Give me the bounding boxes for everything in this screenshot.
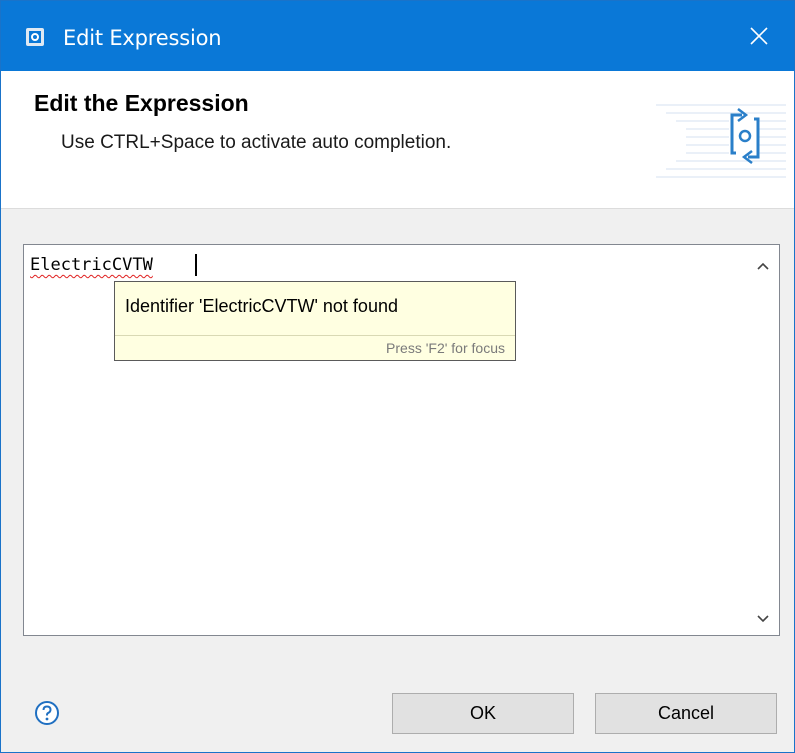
scroll-up-button[interactable] — [755, 258, 771, 274]
banner-description: Use CTRL+Space to activate auto completi… — [61, 132, 452, 153]
ok-button[interactable]: OK — [392, 693, 574, 734]
tooltip-hint: Press 'F2' for focus — [386, 340, 505, 356]
chevron-up-icon — [757, 262, 769, 270]
banner-title: Edit the Expression — [34, 90, 249, 116]
cancel-button[interactable]: Cancel — [595, 693, 777, 734]
app-logo-icon — [26, 28, 44, 46]
close-icon — [750, 27, 768, 45]
tooltip-divider — [115, 335, 515, 336]
chevron-down-icon — [757, 615, 769, 623]
edit-expression-dialog: Edit Expression Edit the Expression Use … — [0, 0, 795, 753]
header-banner: Edit the Expression Use CTRL+Space to ac… — [1, 71, 794, 209]
close-button[interactable] — [724, 1, 794, 71]
window-title: Edit Expression — [63, 26, 222, 50]
scroll-down-button[interactable] — [755, 611, 771, 627]
tooltip-message: Identifier 'ElectricCVTW' not found — [125, 296, 398, 316]
expression-text[interactable]: ElectricCVTW — [30, 255, 153, 275]
help-icon[interactable] — [34, 700, 60, 726]
text-caret — [195, 254, 197, 276]
error-tooltip: Identifier 'ElectricCVTW' not found Pres… — [114, 281, 516, 361]
title-bar: Edit Expression — [1, 1, 794, 71]
expression-banner-icon — [656, 104, 786, 178]
